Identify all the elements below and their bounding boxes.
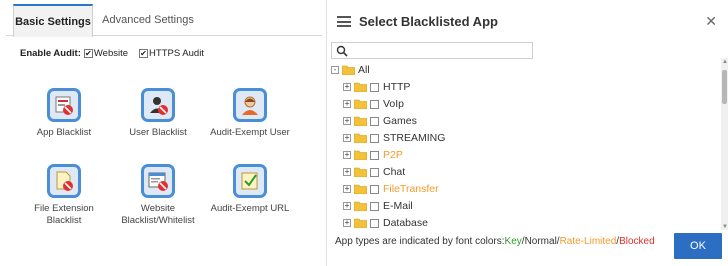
- https-audit-checkbox[interactable]: ✔: [139, 49, 149, 58]
- color-legend: App types are indicated by font colors:K…: [335, 236, 655, 247]
- expand-icon[interactable]: +: [343, 219, 351, 227]
- ok-button[interactable]: OK: [674, 233, 722, 259]
- tree-node-chat[interactable]: + Chat: [343, 164, 405, 180]
- tree-node-label: STREAMING: [383, 132, 446, 144]
- enable-audit-row: Enable Audit: ✔ Website ✔ HTTPS Audit: [20, 48, 214, 59]
- scroll-thumb[interactable]: [722, 70, 727, 104]
- tree-node-database[interactable]: + Database: [343, 215, 428, 230]
- audit-exempt-url-icon: [233, 164, 267, 198]
- expand-icon[interactable]: +: [343, 185, 351, 193]
- app-tree: - All + HTTP + VoIp + Games + STREAMING: [331, 62, 721, 230]
- folder-icon: [342, 65, 355, 75]
- user-blacklist-label: User Blacklist: [129, 127, 187, 138]
- expand-icon[interactable]: +: [343, 151, 351, 159]
- folder-icon: [354, 184, 367, 194]
- tree-node-http[interactable]: + HTTP: [343, 79, 410, 95]
- expand-icon[interactable]: +: [343, 83, 351, 91]
- settings-panel: Basic Settings Advanced Settings Enable …: [6, 0, 322, 266]
- website-list-icon: [141, 164, 175, 198]
- legend-normal: Normal: [524, 236, 557, 247]
- website-audit-checkbox[interactable]: ✔: [83, 49, 93, 58]
- dialog-title: Select Blacklisted App: [359, 14, 498, 29]
- legend-blocked: Blocked: [619, 236, 655, 247]
- scroll-down-arrow-icon[interactable]: ▼: [722, 224, 728, 230]
- close-icon[interactable]: ✕: [705, 13, 717, 30]
- website-list-label: Website Blacklist/Whitelist: [121, 203, 195, 226]
- folder-icon: [354, 82, 367, 92]
- audit-exempt-url-label: Audit-Exempt URL: [210, 203, 290, 214]
- user-blacklist-icon: [141, 88, 175, 122]
- tab-bar: Basic Settings Advanced Settings: [6, 4, 322, 37]
- tree-node-checkbox[interactable]: [370, 150, 379, 160]
- app-blacklist-icon: [47, 88, 81, 122]
- app-blacklist-tile[interactable]: App Blacklist: [16, 88, 112, 139]
- audit-exempt-user-icon: [233, 88, 267, 122]
- audit-exempt-url-tile[interactable]: Audit-Exempt URL: [202, 164, 298, 215]
- tree-node-p2p[interactable]: + P2P: [343, 147, 403, 163]
- folder-icon: [354, 167, 367, 177]
- user-blacklist-tile[interactable]: User Blacklist: [110, 88, 206, 139]
- website-audit-label: Website: [93, 48, 129, 59]
- folder-icon: [354, 133, 367, 143]
- tree-node-email[interactable]: + E-Mail: [343, 198, 413, 214]
- tree-node-label: HTTP: [383, 81, 411, 93]
- tab-advanced-settings[interactable]: Advanced Settings: [93, 4, 203, 36]
- tab-basic-settings[interactable]: Basic Settings: [13, 4, 93, 37]
- scroll-up-arrow-icon[interactable]: ▲: [722, 59, 728, 65]
- folder-icon: [354, 218, 367, 228]
- app-blacklist-label: App Blacklist: [36, 127, 92, 138]
- file-extension-blacklist-tile[interactable]: File Extension Blacklist: [16, 164, 112, 227]
- folder-icon: [354, 201, 367, 211]
- search-icon: [336, 45, 348, 57]
- file-extension-blacklist-label: File Extension Blacklist: [34, 203, 94, 226]
- search-input[interactable]: [331, 42, 533, 59]
- hamburger-menu-icon[interactable]: [337, 16, 351, 27]
- tree-node-checkbox[interactable]: [370, 218, 379, 228]
- folder-icon: [354, 116, 367, 126]
- tree-node-label: Chat: [383, 166, 406, 178]
- expand-icon[interactable]: +: [343, 134, 351, 142]
- audit-exempt-user-label: Audit-Exempt User: [210, 127, 290, 138]
- tree-node-checkbox[interactable]: [370, 99, 379, 109]
- tree-node-checkbox[interactable]: [370, 116, 379, 126]
- tree-node-label: P2P: [383, 149, 403, 161]
- expand-icon[interactable]: +: [343, 100, 351, 108]
- tree-scrollbar[interactable]: ▲ ▼: [721, 58, 728, 230]
- legend-prefix: App types are indicated by font colors:: [335, 236, 505, 247]
- dialog-header: Select Blacklisted App ✕: [327, 0, 728, 40]
- expand-icon[interactable]: +: [343, 202, 351, 210]
- tree-node-checkbox[interactable]: [370, 184, 379, 194]
- audit-exempt-user-tile[interactable]: Audit-Exempt User: [202, 88, 298, 139]
- collapse-icon[interactable]: -: [331, 66, 339, 74]
- website-list-tile[interactable]: Website Blacklist/Whitelist: [110, 164, 206, 227]
- expand-icon[interactable]: +: [343, 117, 351, 125]
- file-extension-blacklist-icon: [47, 164, 81, 198]
- legend-key: Key: [504, 236, 522, 247]
- legend-rate-limited: Rate-Limited: [559, 236, 617, 247]
- tree-node-label: Database: [383, 217, 428, 229]
- tree-node-games[interactable]: + Games: [343, 113, 417, 129]
- tree-node-checkbox[interactable]: [370, 82, 379, 92]
- folder-icon: [354, 99, 367, 109]
- tree-node-label: VoIp: [383, 98, 405, 110]
- tree-node-streaming[interactable]: + STREAMING: [343, 130, 445, 146]
- tree-node-label: All: [358, 64, 370, 76]
- tree-node-checkbox[interactable]: [370, 201, 379, 211]
- tree-node-checkbox[interactable]: [370, 167, 379, 177]
- tree-node-all[interactable]: - All: [331, 62, 370, 78]
- folder-icon: [354, 150, 367, 160]
- tree-node-filetransfer[interactable]: + FileTransfer: [343, 181, 439, 197]
- enable-audit-label: Enable Audit:: [20, 48, 81, 59]
- tree-node-voip[interactable]: + VoIp: [343, 96, 404, 112]
- expand-icon[interactable]: +: [343, 168, 351, 176]
- tree-node-label: E-Mail: [383, 200, 413, 212]
- select-blacklisted-app-dialog: Select Blacklisted App ✕ - All + HTTP + …: [326, 0, 728, 266]
- https-audit-label: HTTPS Audit: [149, 48, 204, 59]
- tree-node-checkbox[interactable]: [370, 133, 379, 143]
- tree-node-label: FileTransfer: [383, 183, 439, 195]
- tree-node-label: Games: [383, 115, 417, 127]
